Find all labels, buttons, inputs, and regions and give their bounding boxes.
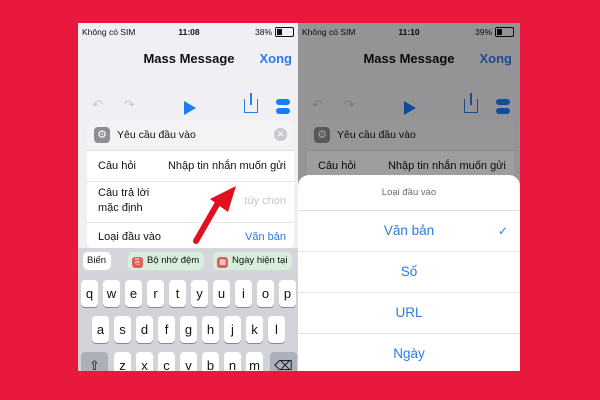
option-url[interactable]: URL <box>298 293 520 334</box>
key-r[interactable]: r <box>147 280 164 307</box>
key-t[interactable]: t <box>169 280 186 307</box>
key-s[interactable]: s <box>114 316 131 343</box>
key-d[interactable]: d <box>136 316 153 343</box>
key-v[interactable]: v <box>180 352 197 371</box>
play-icon[interactable] <box>184 101 196 115</box>
status-bar: Không có SIM 11:08 38% <box>78 23 300 41</box>
key-l[interactable]: l <box>268 316 285 343</box>
option-text[interactable]: Văn bản ✓ <box>298 211 520 252</box>
card-title: Yêu cầu đầu vào <box>117 129 196 141</box>
sheet-title: Loại đầu vào <box>298 175 520 211</box>
option-text-label: Văn bản <box>383 223 435 238</box>
current-date-label: Ngày hiện tại <box>232 255 288 266</box>
key-i[interactable]: i <box>235 280 252 307</box>
option-number[interactable]: Số <box>298 252 520 293</box>
key-z[interactable]: z <box>114 352 131 371</box>
default-answer-label-2: mặc định <box>98 202 143 214</box>
key-g[interactable]: g <box>180 316 197 343</box>
key-w[interactable]: w <box>103 280 120 307</box>
option-date[interactable]: Ngày <box>298 334 520 371</box>
battery-icon <box>275 27 294 37</box>
card-header: ⚙ Yêu cầu đầu vào ✕ <box>87 120 294 151</box>
key-c[interactable]: c <box>158 352 175 371</box>
clipboard-chip[interactable]: ⎘ Bộ nhớ đệm <box>128 252 205 270</box>
shift-key[interactable]: ⇧ <box>81 352 108 371</box>
prompt-label: Câu hỏi <box>98 160 136 172</box>
delete-key[interactable]: ⌫ <box>270 352 297 371</box>
variables-chip[interactable]: Biến <box>83 252 112 270</box>
input-type-label: Loại đầu vào <box>98 231 161 243</box>
current-date-chip[interactable]: ▦ Ngày hiện tại <box>213 252 293 270</box>
clipboard-icon: ⎘ <box>132 257 143 268</box>
key-e[interactable]: e <box>125 280 142 307</box>
settings-toggle-icon[interactable] <box>276 99 290 117</box>
keyboard: qwertyuiop asdfghjkl zxcvbnm ⇧ ⌫ <box>78 274 300 371</box>
key-f[interactable]: f <box>158 316 175 343</box>
key-b[interactable]: b <box>202 352 219 371</box>
nav-bar: Mass Message Xong <box>78 41 300 77</box>
variable-bar: Biến ⎘ Bộ nhớ đệm ▦ Ngày hiện tại <box>78 248 300 274</box>
gear-icon: ⚙ <box>94 127 110 143</box>
key-j[interactable]: j <box>224 316 241 343</box>
key-u[interactable]: u <box>213 280 230 307</box>
right-phone-screen: Không có SIM 11:10 39% Mass Message Xong… <box>298 23 520 371</box>
calendar-icon: ▦ <box>217 257 228 268</box>
key-k[interactable]: k <box>246 316 263 343</box>
battery-percent: 38% <box>254 27 272 37</box>
key-a[interactable]: a <box>92 316 109 343</box>
key-q[interactable]: q <box>81 280 98 307</box>
key-m[interactable]: m <box>246 352 263 371</box>
key-o[interactable]: o <box>257 280 274 307</box>
option-number-label: Số <box>400 264 418 279</box>
key-p[interactable]: p <box>279 280 296 307</box>
option-date-label: Ngày <box>393 346 425 361</box>
done-button[interactable]: Xong <box>260 51 293 66</box>
clipboard-label: Bộ nhớ đệm <box>147 255 200 266</box>
input-type-sheet: Loại đầu vào Văn bản ✓ Số URL Ngày <box>298 175 520 371</box>
left-phone-screen: Không có SIM 11:08 38% Mass Message Xong… <box>78 23 300 371</box>
key-x[interactable]: x <box>136 352 153 371</box>
redo-icon[interactable]: ↷ <box>124 97 135 113</box>
key-h[interactable]: h <box>202 316 219 343</box>
key-y[interactable]: y <box>191 280 208 307</box>
key-n[interactable]: n <box>224 352 241 371</box>
share-icon[interactable] <box>244 93 258 113</box>
undo-icon[interactable]: ↶ <box>92 97 103 113</box>
close-icon[interactable]: ✕ <box>274 128 287 141</box>
default-answer-label: Câu trả lời <box>98 187 150 199</box>
option-url-label: URL <box>395 305 423 320</box>
checkmark-icon: ✓ <box>497 224 508 238</box>
